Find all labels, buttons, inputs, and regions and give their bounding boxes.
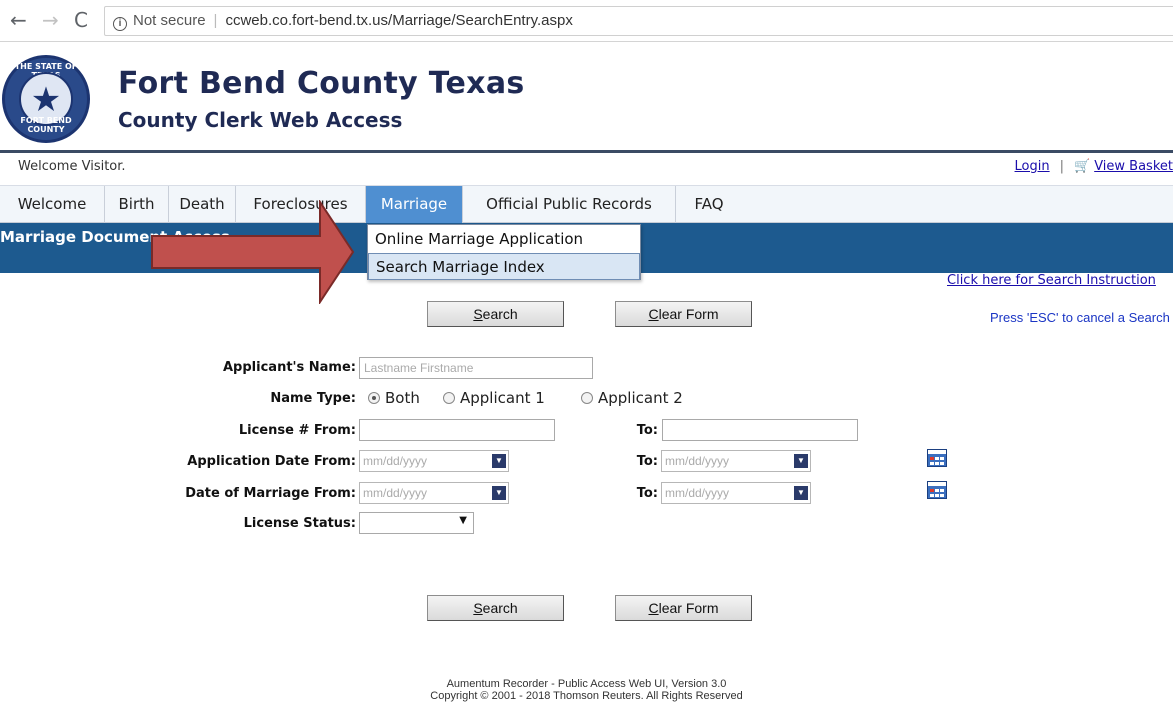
chevron-down-icon[interactable]: ▼ (459, 515, 467, 526)
radio-both-dot[interactable] (368, 392, 380, 404)
license-to-input[interactable] (662, 419, 858, 441)
clear-form-button-bottom[interactable]: Clear Form (615, 595, 752, 621)
search-instructions-link[interactable]: Click here for Search Instruction (947, 273, 1156, 288)
red-arrow-annotation (151, 200, 355, 304)
top-links: Login | 🛒 View Basket (1015, 159, 1173, 174)
search-button-label: earch (482, 306, 518, 322)
license-to-label: To: (636, 423, 658, 438)
marriage-dropdown-menu: Online Marriage Application Search Marri… (367, 224, 641, 280)
applicant-name-input[interactable]: Lastname Firstname (359, 357, 593, 379)
name-type-label: Name Type: (270, 391, 356, 406)
application-date-from-input[interactable]: mm/dd/yyyy ▼ (359, 450, 509, 472)
address-separator: | (213, 12, 218, 29)
calendar-icon[interactable] (927, 481, 947, 499)
application-date-from-placeholder: mm/dd/yyyy (363, 454, 428, 468)
link-separator: | (1059, 159, 1064, 174)
marriage-date-to-label: To: (636, 486, 658, 501)
reload-icon[interactable]: C (74, 8, 88, 32)
calendar-icon[interactable] (927, 449, 947, 467)
radio-applicant-1[interactable]: Applicant 1 (443, 389, 545, 407)
search-accel-key: S (473, 306, 483, 322)
search-button-bottom[interactable]: Search (427, 595, 564, 621)
dropdown-item-online-marriage-application[interactable]: Online Marriage Application (368, 226, 640, 253)
arrow-left-icon[interactable]: ← (10, 8, 27, 32)
seal-bottom-text: FORT BEND COUNTY (20, 116, 72, 134)
welcome-text: Welcome Visitor. (18, 159, 126, 174)
clear-button-label: lear Form (658, 600, 719, 616)
arrow-right-icon[interactable]: → (42, 8, 59, 32)
marriage-date-from-label: Date of Marriage From: (185, 486, 356, 501)
chevron-down-icon[interactable]: ▼ (794, 486, 808, 500)
radio-both[interactable]: Both (368, 389, 420, 407)
license-status-label: License Status: (243, 516, 356, 531)
license-from-label: License # From: (238, 423, 356, 438)
address-bar[interactable]: i Not secure | ccweb.co.fort-bend.tx.us/Mar… (104, 6, 1173, 36)
dropdown-item-search-marriage-index[interactable]: Search Marriage Index (368, 253, 640, 280)
footer-copyright: Copyright © 2001 - 2018 Thomson Reuters.… (430, 690, 743, 702)
radio-applicant-1-dot[interactable] (443, 392, 455, 404)
esc-cancel-note: Press 'ESC' to cancel a Search (990, 310, 1170, 325)
basket-icon[interactable]: 🛒 (1074, 159, 1090, 174)
search-accel-key: S (473, 600, 483, 616)
application-date-to-placeholder: mm/dd/yyyy (665, 454, 730, 468)
marriage-date-to-placeholder: mm/dd/yyyy (665, 486, 730, 500)
chevron-down-icon[interactable]: ▼ (492, 454, 506, 468)
menu-item-welcome[interactable]: Welcome (0, 186, 105, 223)
browser-toolbar: ← → C i Not secure | ccweb.co.fort-bend.tx.… (0, 0, 1173, 42)
menu-item-marriage[interactable]: Marriage (366, 186, 463, 223)
menu-item-faq[interactable]: FAQ (676, 186, 742, 223)
site-title: Fort Bend County Texas (118, 66, 525, 101)
chevron-down-icon[interactable]: ▼ (492, 486, 506, 500)
site-subtitle: County Clerk Web Access (118, 108, 403, 132)
search-button-label: earch (482, 600, 518, 616)
clear-accel-key: C (648, 306, 659, 322)
marriage-date-to-input[interactable]: mm/dd/yyyy ▼ (661, 482, 811, 504)
radio-applicant-2-label: Applicant 2 (598, 389, 683, 407)
application-date-from-label: Application Date From: (187, 454, 356, 469)
clear-accel-key: C (648, 600, 659, 616)
login-link[interactable]: Login (1015, 159, 1050, 174)
footer-version: Aumentum Recorder - Public Access Web UI… (446, 678, 727, 690)
radio-both-label: Both (385, 389, 420, 407)
header-divider (0, 150, 1173, 153)
clear-button-label: lear Form (658, 306, 719, 322)
application-date-to-label: To: (636, 454, 658, 469)
county-seal-logo: THE STATE OF TEXAS ★ FORT BEND COUNTY (2, 55, 90, 143)
info-icon[interactable]: i (113, 17, 127, 31)
clear-form-button-top[interactable]: Clear Form (615, 301, 752, 327)
application-date-to-input[interactable]: mm/dd/yyyy ▼ (661, 450, 811, 472)
applicant-name-label: Applicant's Name: (223, 360, 356, 375)
radio-applicant-2-dot[interactable] (581, 392, 593, 404)
radio-applicant-2[interactable]: Applicant 2 (581, 389, 683, 407)
chevron-down-icon[interactable]: ▼ (794, 454, 808, 468)
marriage-date-from-placeholder: mm/dd/yyyy (363, 486, 428, 500)
menu-item-official-public-records[interactable]: Official Public Records (463, 186, 676, 223)
search-button-top[interactable]: Search (427, 301, 564, 327)
arrow-shape (151, 200, 355, 304)
license-status-select[interactable]: ▼ (359, 512, 474, 534)
marriage-date-from-input[interactable]: mm/dd/yyyy ▼ (359, 482, 509, 504)
view-basket-link[interactable]: View Basket (1094, 159, 1173, 174)
radio-applicant-1-label: Applicant 1 (460, 389, 545, 407)
url-text[interactable]: ccweb.co.fort-bend.tx.us/Marriage/Search… (225, 12, 572, 29)
security-label: Not secure (133, 12, 206, 29)
license-from-input[interactable] (359, 419, 555, 441)
